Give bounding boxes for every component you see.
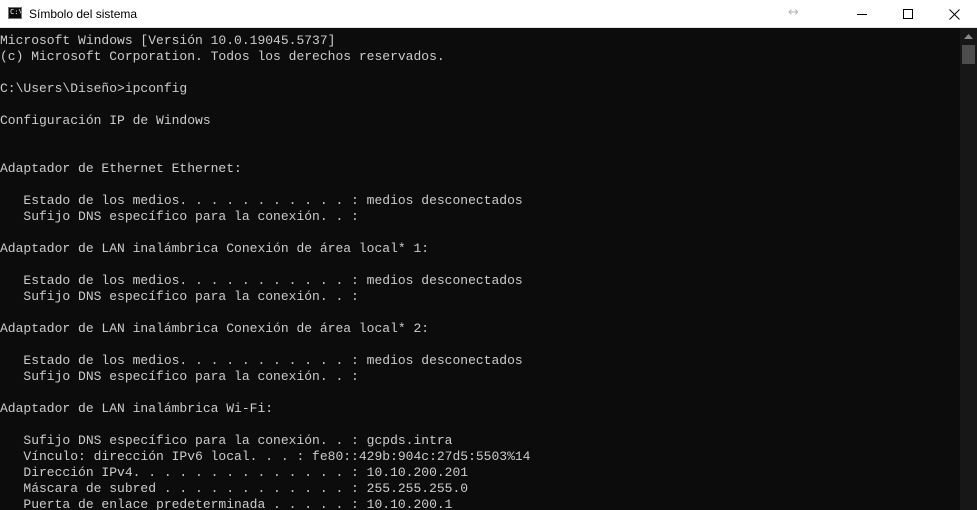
- close-icon: [948, 8, 960, 20]
- minimize-button[interactable]: [839, 0, 885, 28]
- scroll-up-button[interactable]: [960, 28, 977, 45]
- console-line: Vínculo: dirección IPv6 local. . . : fe8…: [0, 449, 531, 464]
- minimize-icon: [857, 14, 867, 15]
- console-line: Dirección IPv4. . . . . . . . . . . . . …: [0, 465, 469, 480]
- close-button[interactable]: [931, 0, 977, 28]
- console-line: (c) Microsoft Corporation. Todos los der…: [0, 49, 445, 64]
- scroll-thumb[interactable]: [962, 45, 975, 64]
- console-line: Sufijo DNS específico para la conexión. …: [0, 433, 453, 448]
- window-title: Símbolo del sistema: [29, 7, 138, 21]
- console-line: Puerta de enlace predeterminada . . . . …: [0, 497, 453, 510]
- console-line: Estado de los medios. . . . . . . . . . …: [0, 353, 523, 368]
- resize-arrow-icon: ↔: [788, 5, 799, 20]
- console-line: Adaptador de LAN inalámbrica Conexión de…: [0, 241, 430, 256]
- console-line: Estado de los medios. . . . . . . . . . …: [0, 273, 523, 288]
- console-line: Adaptador de LAN inalámbrica Conexión de…: [0, 321, 430, 336]
- console-line: Sufijo DNS específico para la conexión. …: [0, 369, 359, 384]
- console-line: C:\Users\Diseño>ipconfig: [0, 81, 188, 96]
- command-prompt-window: C:\ Símbolo del sistema ↔ Microsoft Wind…: [0, 0, 977, 510]
- console-line: Adaptador de Ethernet Ethernet:: [0, 161, 242, 176]
- console-line: Adaptador de LAN inalámbrica Wi-Fi:: [0, 401, 274, 416]
- scroll-up-arrow-icon: [964, 33, 973, 39]
- maximize-button[interactable]: [885, 0, 931, 28]
- cmd-icon: C:\: [8, 7, 22, 19]
- console-line: Sufijo DNS específico para la conexión. …: [0, 289, 359, 304]
- console-line: Estado de los medios. . . . . . . . . . …: [0, 193, 523, 208]
- console-line: Configuración IP de Windows: [0, 113, 211, 128]
- console-output[interactable]: Microsoft Windows [Versión 10.0.19045.57…: [0, 28, 960, 510]
- console-line: Microsoft Windows [Versión 10.0.19045.57…: [0, 33, 336, 48]
- console-line: Sufijo DNS específico para la conexión. …: [0, 209, 359, 224]
- vertical-scrollbar[interactable]: [960, 28, 977, 510]
- console-line: Máscara de subred . . . . . . . . . . . …: [0, 481, 469, 496]
- title-bar[interactable]: C:\ Símbolo del sistema ↔: [0, 0, 977, 28]
- maximize-icon: [903, 9, 913, 19]
